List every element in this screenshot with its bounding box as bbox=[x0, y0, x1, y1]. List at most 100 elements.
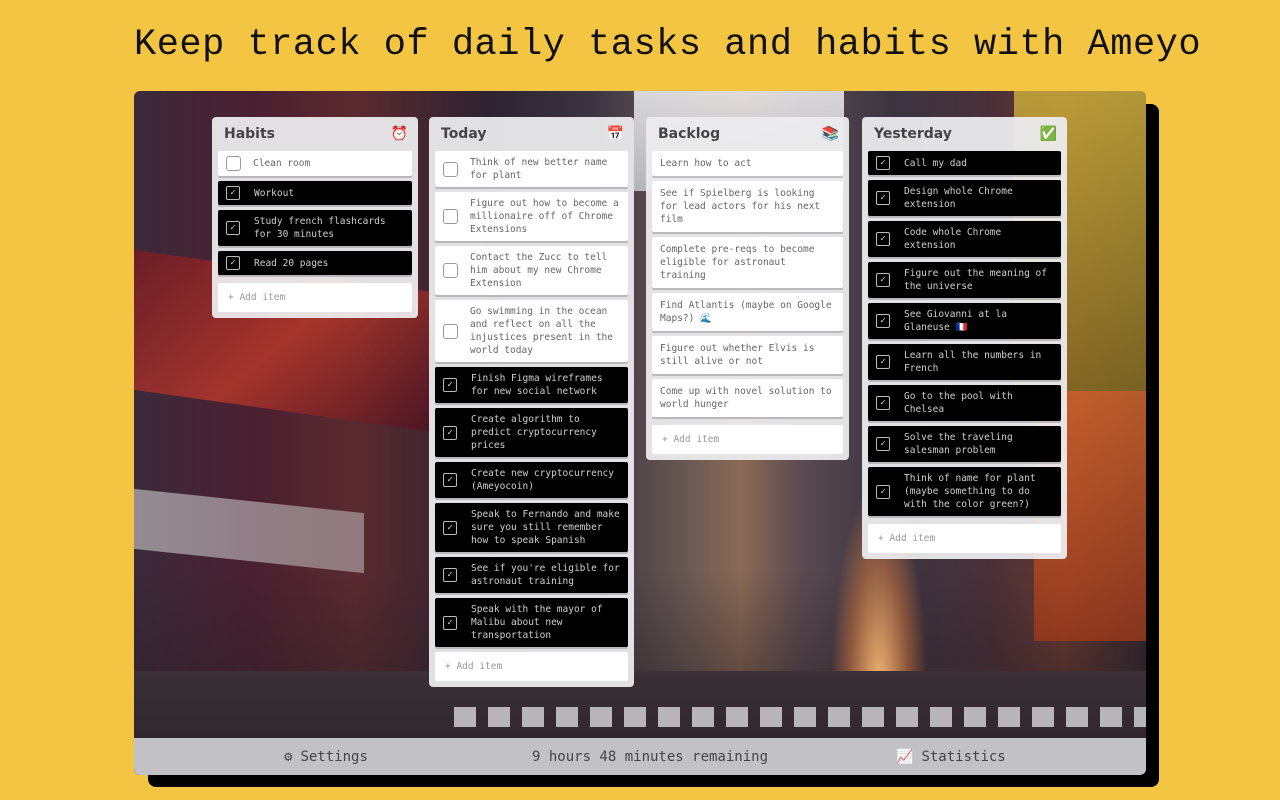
checkbox[interactable] bbox=[443, 263, 458, 278]
checked-checkbox-icon[interactable]: ✓ bbox=[876, 156, 890, 170]
task-card[interactable]: Think of new better name for plant bbox=[435, 151, 628, 187]
column-title: Yesterday bbox=[874, 126, 952, 142]
task-text: Workout bbox=[254, 187, 295, 199]
checked-checkbox-icon[interactable]: ✓ bbox=[876, 484, 890, 499]
task-text: Go to the pool with Chelsea bbox=[904, 391, 1013, 415]
task-text: Study french flashcards for 30 minutes bbox=[254, 216, 386, 240]
column-backlog: Backlog 📚 Learn how to act See if Spielbe… bbox=[646, 117, 849, 460]
checked-checkbox-icon[interactable]: ✓ bbox=[443, 378, 457, 392]
checked-checkbox-icon[interactable]: ✓ bbox=[876, 437, 890, 451]
checked-checkbox-icon[interactable]: ✓ bbox=[876, 273, 890, 287]
task-card[interactable]: ✓ Design whole Chrome extension bbox=[868, 180, 1061, 216]
column-title: Backlog bbox=[658, 126, 721, 142]
column-yesterday: Yesterday ✅ ✓ Call my dad ✓ Design whole Ch… bbox=[862, 117, 1067, 559]
task-card[interactable]: ✓ Go to the pool with Chelsea bbox=[868, 385, 1061, 421]
app-screenshot: Habits ⏰ Clean room ✓ Workout ✓ Study french… bbox=[134, 91, 1146, 775]
task-card[interactable]: ✓ Code whole Chrome extension bbox=[868, 221, 1061, 257]
task-card[interactable]: Learn how to act bbox=[652, 151, 843, 176]
bottom-bar: ⚙ Settings 9 hours 48 minutes remaining … bbox=[134, 738, 1146, 775]
settings-button[interactable]: ⚙ Settings bbox=[284, 749, 368, 765]
books-icon: 📚 bbox=[821, 126, 839, 142]
task-card[interactable]: ✓ Read 20 pages bbox=[218, 251, 412, 275]
checked-checkbox-icon[interactable]: ✓ bbox=[876, 232, 890, 246]
task-card[interactable]: See if Spielberg is looking for lead act… bbox=[652, 181, 843, 232]
add-item-button[interactable]: + Add item bbox=[868, 524, 1061, 553]
task-text: Think of new better name for plant bbox=[470, 157, 608, 181]
task-card[interactable]: Clean room bbox=[218, 151, 412, 176]
task-card[interactable]: ✓ See Giovanni at la Glaneuse 🇫🇷 bbox=[868, 303, 1061, 339]
background-crosswalk-stripe bbox=[794, 707, 816, 727]
checked-checkbox-icon[interactable]: ✓ bbox=[226, 256, 240, 270]
task-card[interactable]: ✓ Figure out the meaning of the universe bbox=[868, 262, 1061, 298]
alarm-clock-icon: ⏰ bbox=[390, 126, 408, 142]
background-crosswalk-stripe bbox=[624, 707, 646, 727]
checked-checkbox-icon[interactable]: ✓ bbox=[443, 568, 457, 582]
add-item-button[interactable]: + Add item bbox=[652, 425, 843, 454]
task-card[interactable]: ✓ See if you're eligible for astronaut tr… bbox=[435, 557, 628, 593]
checked-checkbox-icon[interactable]: ✓ bbox=[443, 615, 457, 630]
task-card[interactable]: Find Atlantis (maybe on Google Maps?) 🌊 bbox=[652, 293, 843, 331]
checked-checkbox-icon[interactable]: ✓ bbox=[443, 520, 457, 535]
task-text: Solve the traveling salesman problem bbox=[904, 432, 1013, 456]
checked-checkbox-icon[interactable]: ✓ bbox=[443, 425, 457, 440]
background-crosswalk-stripe bbox=[998, 707, 1020, 727]
task-card[interactable]: Contact the Zucc to tell him about my ne… bbox=[435, 246, 628, 295]
background-crosswalk-stripe bbox=[862, 707, 884, 727]
task-card[interactable]: ✓ Think of name for plant (maybe somethin… bbox=[868, 467, 1061, 516]
background-crosswalk-stripe bbox=[590, 707, 612, 727]
task-card[interactable]: Go swimming in the ocean and reflect on … bbox=[435, 300, 628, 362]
checked-checkbox-icon[interactable]: ✓ bbox=[876, 396, 890, 410]
checked-checkbox-icon[interactable]: ✓ bbox=[226, 221, 240, 235]
task-card[interactable]: ✓ Speak to Fernando and make sure you sti… bbox=[435, 503, 628, 552]
task-text: Go swimming in the ocean and reflect on … bbox=[470, 306, 613, 356]
checked-checkbox-icon[interactable]: ✓ bbox=[226, 186, 240, 200]
column-title: Today bbox=[441, 126, 487, 142]
task-card[interactable]: Figure out whether Elvis is still alive … bbox=[652, 336, 843, 374]
task-card[interactable]: Come up with novel solution to world hun… bbox=[652, 379, 843, 417]
background-crosswalk-stripe bbox=[454, 707, 476, 727]
statistics-button[interactable]: 📈 Statistics bbox=[896, 749, 1006, 765]
task-text: Learn how to act bbox=[660, 158, 752, 169]
checked-checkbox-icon[interactable]: ✓ bbox=[876, 355, 890, 369]
column-title: Habits bbox=[224, 126, 276, 142]
task-text: See if you're eligible for astronaut tra… bbox=[471, 563, 620, 587]
background-crosswalk-stripe bbox=[896, 707, 918, 727]
checkbox[interactable] bbox=[226, 156, 241, 171]
task-text: Design whole Chrome extension bbox=[904, 186, 1013, 210]
checkbox[interactable] bbox=[443, 209, 458, 224]
task-text: Read 20 pages bbox=[254, 257, 329, 269]
task-card[interactable]: ✓ Solve the traveling salesman problem bbox=[868, 426, 1061, 462]
column-header: Yesterday ✅ bbox=[868, 117, 1061, 151]
task-text: Create algorithm to predict cryptocurren… bbox=[471, 414, 597, 451]
task-text: Complete pre-reqs to become eligible for… bbox=[660, 244, 815, 281]
task-card[interactable]: Complete pre-reqs to become eligible for… bbox=[652, 237, 843, 288]
task-card[interactable]: ✓ Learn all the numbers in French bbox=[868, 344, 1061, 380]
task-card[interactable]: ✓ Workout bbox=[218, 181, 412, 205]
checked-checkbox-icon[interactable]: ✓ bbox=[443, 473, 457, 487]
column-header: Backlog 📚 bbox=[652, 117, 843, 151]
task-text: See Giovanni at la Glaneuse 🇫🇷 bbox=[904, 309, 1007, 333]
task-card[interactable]: ✓ Create new cryptocurrency (Ameyocoin) bbox=[435, 462, 628, 498]
background-crosswalk-stripe bbox=[964, 707, 986, 727]
task-card[interactable]: ✓ Finish Figma wireframes for new social … bbox=[435, 367, 628, 403]
checkbox[interactable] bbox=[443, 161, 458, 177]
task-text: Come up with novel solution to world hun… bbox=[660, 386, 832, 410]
task-text: Figure out the meaning of the universe bbox=[904, 268, 1047, 292]
column-today: Today 📅 Think of new better name for pla… bbox=[429, 117, 634, 687]
task-text: Code whole Chrome extension bbox=[904, 227, 1002, 251]
add-item-button[interactable]: + Add item bbox=[218, 283, 412, 312]
task-card[interactable]: Figure out how to become a millionaire o… bbox=[435, 192, 628, 241]
checkbox[interactable] bbox=[443, 323, 458, 339]
task-card[interactable]: ✓ Create algorithm to predict cryptocurre… bbox=[435, 408, 628, 457]
task-card[interactable]: ✓ Study french flashcards for 30 minutes bbox=[218, 210, 412, 246]
checked-checkbox-icon[interactable]: ✓ bbox=[876, 191, 890, 205]
task-card[interactable]: ✓ Speak with the mayor of Malibu about ne… bbox=[435, 598, 628, 647]
checked-checkbox-icon[interactable]: ✓ bbox=[876, 314, 890, 328]
background-crosswalk-stripe bbox=[930, 707, 952, 727]
background-crosswalk-stripe bbox=[1066, 707, 1088, 727]
task-text: Learn all the numbers in French bbox=[904, 350, 1042, 374]
calendar-icon: 📅 bbox=[606, 126, 624, 142]
task-text: Clean room bbox=[253, 158, 311, 169]
task-card[interactable]: ✓ Call my dad bbox=[868, 151, 1061, 175]
add-item-button[interactable]: + Add item bbox=[435, 652, 628, 681]
